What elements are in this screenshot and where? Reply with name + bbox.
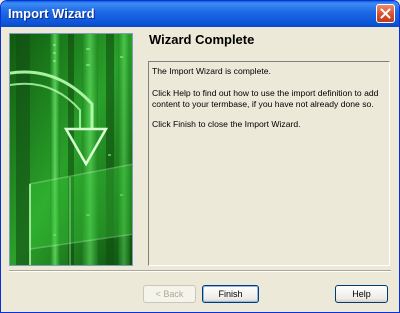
message-help: Click Help to find out how to use the im… — [152, 88, 379, 109]
back-button-label: < Back — [155, 289, 184, 299]
window-title: Import Wizard — [8, 6, 95, 21]
page-title: Wizard Complete — [149, 32, 255, 47]
back-button[interactable]: < Back — [143, 285, 196, 303]
help-button-label: Help — [352, 289, 371, 299]
close-button[interactable] — [376, 4, 395, 23]
help-button[interactable]: Help — [335, 285, 388, 303]
finish-button[interactable]: Finish — [202, 285, 259, 303]
close-icon — [380, 8, 391, 19]
message-complete: The Import Wizard is complete. — [152, 66, 271, 76]
wizard-side-image — [9, 33, 133, 266]
message-box: The Import Wizard is complete. Click Hel… — [148, 61, 390, 266]
title-bar[interactable]: Import Wizard — [1, 1, 399, 27]
message-finish: Click Finish to close the Import Wizard. — [152, 119, 301, 129]
separator — [9, 270, 391, 272]
finish-button-label: Finish — [218, 289, 243, 299]
import-wizard-window: Import Wizard Wizard Complete The Import… — [0, 0, 400, 313]
